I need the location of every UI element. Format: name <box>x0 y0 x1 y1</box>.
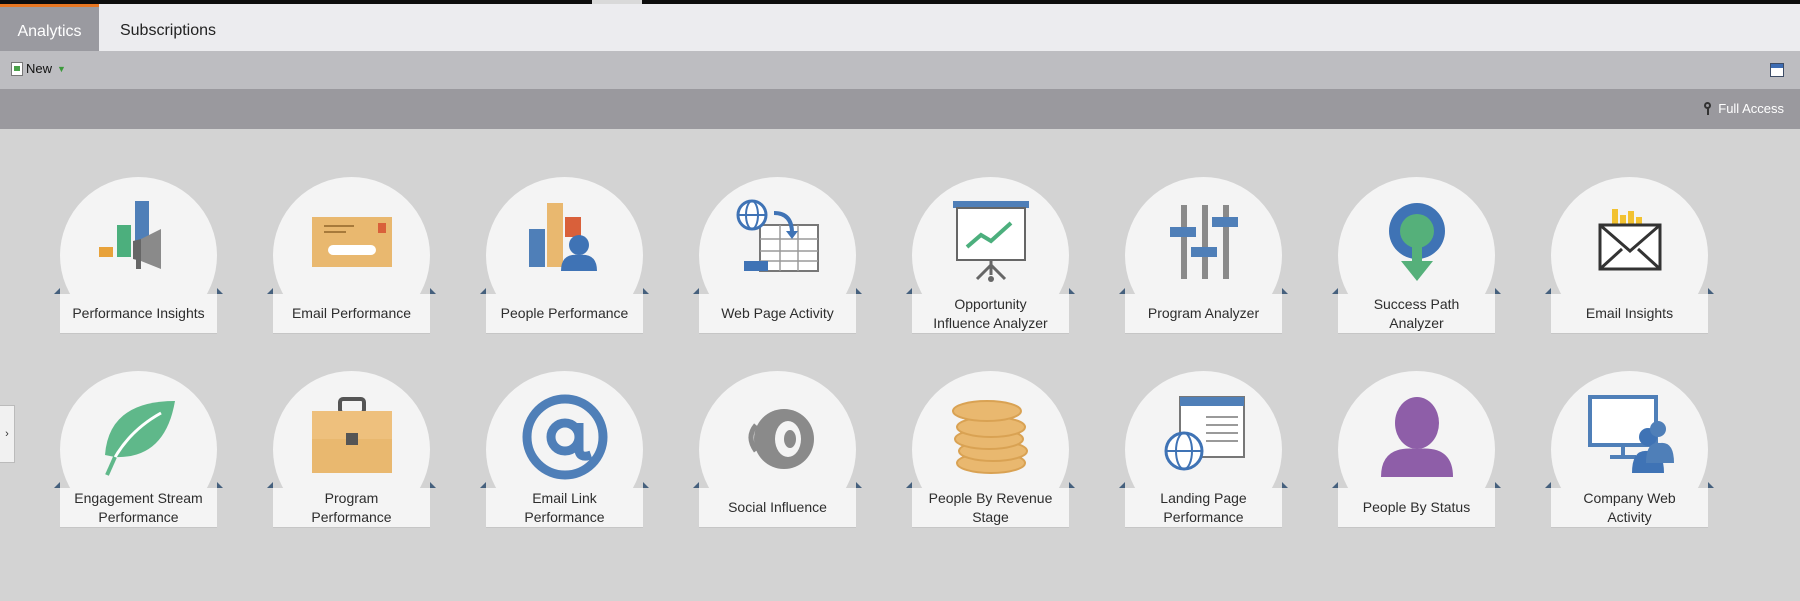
tile-label: People Performance <box>500 305 629 321</box>
analytics-tile[interactable]: Landing Page Performance <box>1118 371 1290 533</box>
analytics-tile[interactable]: Success Path Analyzer <box>1331 177 1503 339</box>
access-bar: Full Access <box>0 89 1800 129</box>
analytics-tile[interactable]: Engagement Stream Performance <box>53 371 225 533</box>
full-access-indicator: Full Access <box>1703 101 1784 116</box>
analytics-tile[interactable]: People By Revenue Stage <box>905 371 1077 533</box>
side-panel-toggle[interactable]: › <box>0 405 15 463</box>
tile-label: Program Performance <box>311 489 392 525</box>
people-by-status-icon <box>1373 393 1461 481</box>
toolbar: New ▼ <box>0 51 1800 89</box>
tile-label: Opportunity Influence Analyzer <box>933 295 1048 331</box>
analytics-tile[interactable]: Performance Insights <box>53 177 225 339</box>
chevron-down-icon: ▼ <box>57 63 66 74</box>
tile-label: Web Page Activity <box>721 305 834 321</box>
tile-label: Social Influence <box>728 499 827 515</box>
tab-subscriptions[interactable]: Subscriptions <box>103 4 233 51</box>
tab-analytics[interactable]: Analytics <box>0 4 99 51</box>
analytics-tile[interactable]: Social Influence <box>692 371 864 533</box>
analytics-tile[interactable]: Program Performance <box>266 371 438 533</box>
email-insights-icon <box>1586 199 1674 287</box>
maximize-window-icon[interactable] <box>1770 63 1784 77</box>
email-performance-icon <box>308 199 396 287</box>
engagement-stream-performance-icon <box>95 393 183 481</box>
tile-label: People By Revenue Stage <box>928 489 1053 525</box>
analytics-tile[interactable]: Email Performance <box>266 177 438 339</box>
tile-label: Email Insights <box>1585 305 1674 321</box>
tile-label: Engagement Stream Performance <box>74 489 203 525</box>
analytics-tile[interactable]: Email Insights <box>1544 177 1716 339</box>
opportunity-influence-analyzer-icon <box>947 199 1035 287</box>
tab-bar: Analytics Subscriptions <box>0 4 1800 51</box>
social-influence-icon <box>734 393 822 481</box>
program-analyzer-icon <box>1160 199 1248 287</box>
people-by-revenue-stage-icon <box>947 393 1035 481</box>
tile-label: Performance Insights <box>72 305 205 321</box>
tile-label: People By Status <box>1362 499 1471 515</box>
new-document-icon <box>11 61 23 76</box>
new-button-label: New <box>26 61 53 76</box>
program-performance-icon <box>308 393 396 481</box>
company-web-activity-icon <box>1586 393 1674 481</box>
analytics-tile[interactable]: People Performance <box>479 177 651 339</box>
analytics-tile[interactable]: People By Status <box>1331 371 1503 533</box>
tile-label: Landing Page Performance <box>1160 489 1247 525</box>
performance-insights-icon <box>95 199 183 287</box>
tile-label: Email Performance <box>291 305 412 321</box>
analytics-tile[interactable]: Opportunity Influence Analyzer <box>905 177 1077 339</box>
analytics-tile[interactable]: Web Page Activity <box>692 177 864 339</box>
people-performance-icon <box>521 199 609 287</box>
analytics-tile[interactable]: Company Web Activity <box>1544 371 1716 533</box>
email-link-performance-icon <box>521 393 609 481</box>
tile-label: Program Analyzer <box>1147 305 1260 321</box>
tile-label: Email Link Performance <box>524 489 605 525</box>
web-page-activity-icon <box>734 199 822 287</box>
analytics-tile[interactable]: Email Link Performance <box>479 371 651 533</box>
full-access-label: Full Access <box>1718 101 1784 116</box>
key-icon <box>1703 102 1714 115</box>
new-button[interactable]: New ▼ <box>11 61 66 76</box>
success-path-analyzer-icon <box>1373 199 1461 287</box>
tile-label: Company Web Activity <box>1583 489 1676 525</box>
tile-label: Success Path Analyzer <box>1373 295 1460 331</box>
landing-page-performance-icon <box>1160 393 1248 481</box>
analytics-tile[interactable]: Program Analyzer <box>1118 177 1290 339</box>
